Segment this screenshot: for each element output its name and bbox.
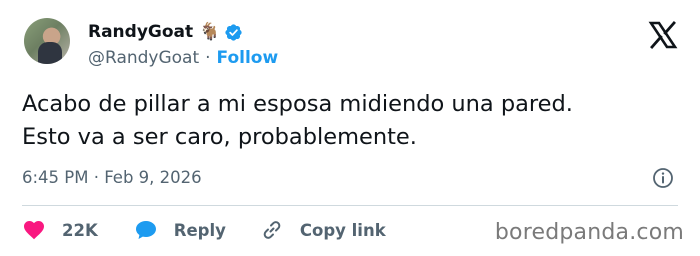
- info-icon[interactable]: [651, 166, 675, 190]
- tweet-text-line: Esto va a ser caro, probablemente.: [22, 124, 417, 150]
- goat-emoji: 🐐: [199, 21, 221, 42]
- tweet-text-line: Acabo de pillar a mi esposa midiendo una…: [22, 91, 573, 117]
- speech-bubble-icon: [135, 221, 156, 239]
- verified-badge-icon: [225, 23, 242, 41]
- copy-link-label: Copy link: [299, 220, 386, 240]
- link-icon: [263, 221, 281, 239]
- author-handle-row: @RandyGoat · Follow: [88, 48, 278, 68]
- copy-link-button[interactable]: Copy link: [260, 218, 386, 242]
- avatar[interactable]: [24, 18, 70, 64]
- divider: [22, 205, 678, 206]
- author-handle[interactable]: @RandyGoat: [88, 48, 199, 68]
- tweet-text: Acabo de pillar a mi esposa midiendo una…: [22, 88, 672, 154]
- like-count: 22K: [62, 220, 98, 240]
- author-name-row: RandyGoat 🐐: [88, 20, 243, 44]
- reply-button[interactable]: Reply: [134, 218, 226, 242]
- heart-icon: [24, 221, 44, 240]
- author-display-name[interactable]: RandyGoat: [88, 22, 193, 42]
- tweet-card: RandyGoat 🐐 @RandyGoat · Follow Acabo de…: [0, 0, 700, 256]
- separator-dot: ·: [205, 48, 211, 68]
- like-button[interactable]: 22K: [22, 218, 98, 242]
- follow-button[interactable]: Follow: [217, 48, 279, 68]
- x-logo-icon[interactable]: [648, 20, 678, 50]
- tweet-timestamp[interactable]: 6:45 PM · Feb 9, 2026: [22, 168, 202, 187]
- reply-label: Reply: [173, 220, 226, 240]
- action-bar: 22K Reply Copy link: [22, 216, 386, 244]
- watermark-text: boredpanda.com: [494, 220, 684, 245]
